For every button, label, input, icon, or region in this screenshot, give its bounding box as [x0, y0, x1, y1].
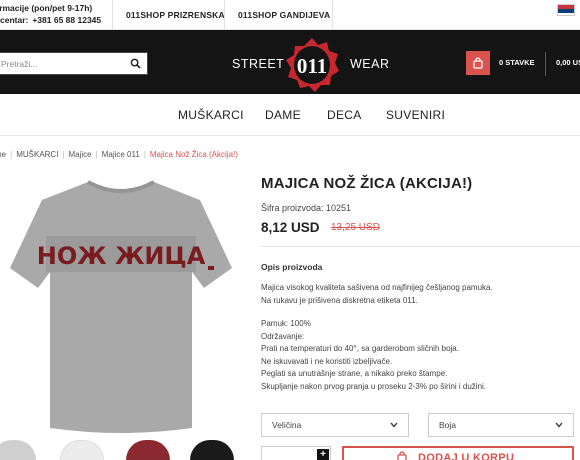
brand-wear: WEAR	[350, 57, 390, 71]
divider	[545, 52, 546, 76]
breadcrumb-majice[interactable]: Majice	[69, 150, 92, 159]
breadcrumb-home[interactable]: me	[0, 150, 6, 159]
desc-line: Prati na temperaturi do 40°, sa garderob…	[261, 344, 459, 353]
product-price: 8,12 USD	[261, 220, 320, 235]
shopping-bag-icon	[473, 57, 483, 69]
breadcrumb-muskarci[interactable]: MUŠKARCI	[16, 150, 58, 159]
quantity-plus-button[interactable]: +	[317, 449, 329, 460]
contact-label: centar:	[0, 15, 29, 25]
size-select-label: Veličina	[272, 420, 302, 430]
contact-hours: ormacije (pon/pet 9-17h)	[0, 3, 93, 13]
search-input[interactable]	[0, 58, 117, 69]
nav-item-muskarci[interactable]: MUŠKARCI	[178, 108, 244, 122]
main-nav: MUŠKARCI DAME DECA SUVENIRI	[0, 94, 580, 136]
desc-line: Majica visokog kvaliteta sašivena od naj…	[261, 283, 493, 292]
shop-link-prizrenska[interactable]: 011SHOP PRIZRENSKA	[126, 10, 225, 20]
contact-phone[interactable]: +381 65 88 12345	[32, 14, 101, 26]
description-heading: Opis proizvoda	[261, 262, 323, 272]
shirt-print-text: НОЖ ЖИЦА	[37, 242, 206, 270]
thumbnail-black[interactable]	[190, 440, 234, 460]
thumbnail-gray[interactable]	[0, 440, 36, 460]
top-info-bar: ormacije (pon/pet 9-17h) centar: +381 65…	[0, 0, 580, 30]
desc-line: Skupljanje nakon prvog pranja u proseku …	[261, 381, 487, 391]
desc-line: Održavanje:	[261, 331, 305, 341]
breadcrumb-majice-011[interactable]: Majice 011	[102, 150, 140, 159]
color-select[interactable]: Boja	[428, 413, 574, 437]
breadcrumb: me|MUŠKARCI|Majice|Majice 011|Majica Nož…	[0, 150, 238, 159]
chevron-down-icon	[390, 422, 398, 428]
divider	[112, 0, 113, 30]
brand-street: STREET	[232, 57, 285, 71]
product-description: Majica visokog kvaliteta sašivena od naj…	[261, 282, 561, 393]
thumbnail-strip	[0, 440, 240, 460]
desc-line: Ne iskuvavati i ne koristiti izbeljivače…	[261, 356, 393, 366]
cart-item-count[interactable]: 0 STAVKE	[499, 58, 535, 67]
add-to-cart-button[interactable]: DODAJ U KORPU	[342, 446, 574, 460]
cart-icon	[397, 451, 407, 460]
divider	[261, 246, 580, 247]
thumbnail-white[interactable]	[60, 440, 104, 460]
serbian-flag-icon[interactable]	[557, 4, 575, 16]
size-select[interactable]: Veličina	[261, 413, 409, 437]
search-icon[interactable]	[130, 58, 141, 69]
desc-line: Pamuk: 100%	[261, 319, 311, 328]
desc-line: Peglati sa unutrašnje strane, a nikako p…	[261, 369, 448, 378]
nav-item-dame[interactable]: DAME	[265, 108, 301, 122]
divider	[332, 0, 333, 30]
color-select-label: Boja	[439, 420, 457, 430]
desc-line: Na rukavu je prišivena diskretna etiketa…	[261, 295, 418, 305]
nav-item-deca[interactable]: DECA	[327, 108, 362, 122]
shop-link-gandijeva[interactable]: 011SHOP GANDIJEVA	[238, 10, 330, 20]
chevron-down-icon	[555, 422, 563, 428]
logo-text: 011	[297, 54, 327, 78]
nav-item-suveniri[interactable]: SUVENIRI	[386, 108, 445, 122]
cart-total[interactable]: 0,00 US	[556, 58, 580, 67]
cart-button[interactable]	[466, 51, 490, 75]
contact-info: ormacije (pon/pet 9-17h) centar: +381 65…	[0, 2, 101, 26]
divider	[224, 0, 225, 30]
site-logo[interactable]: 011	[284, 37, 340, 93]
product-old-price: 13,25 USD	[331, 222, 380, 233]
breadcrumb-current: Majica Nož Žica (Akcija!)	[149, 150, 238, 159]
product-image[interactable]: НОЖ ЖИЦА	[10, 176, 232, 436]
add-to-cart-label: DODAJ U KORPU	[418, 452, 515, 460]
product-title: MAJICA NOŽ ŽICA (AKCIJA!)	[261, 175, 473, 192]
product-sku: Šifra proizvoda: 10251	[261, 203, 352, 213]
thumbnail-burgundy[interactable]	[126, 440, 170, 460]
search-box	[0, 52, 148, 75]
